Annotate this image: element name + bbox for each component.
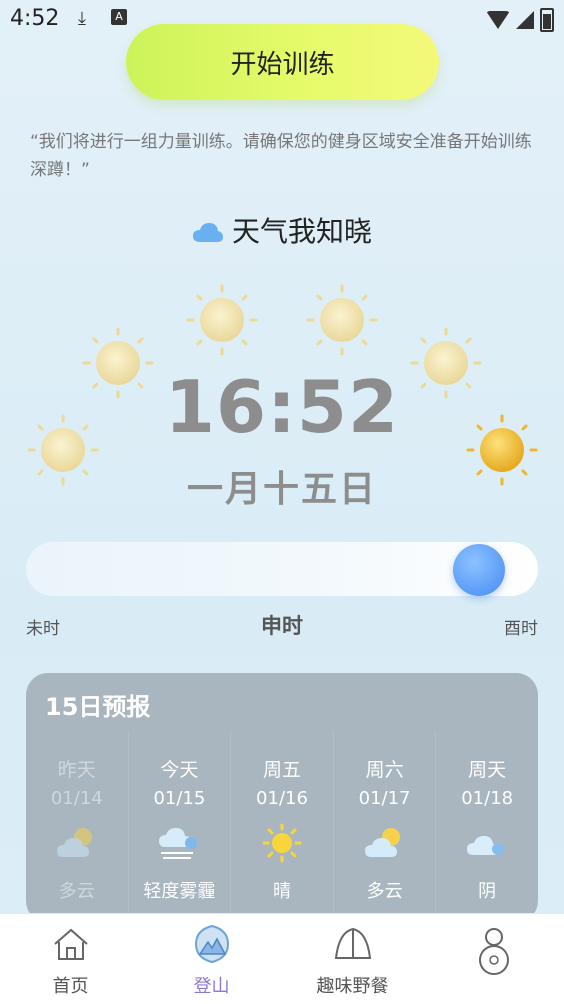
clock-date: 一月十五日 bbox=[186, 469, 377, 510]
day-name: 周六 bbox=[365, 759, 404, 781]
slider-label-end: 酉时 bbox=[504, 619, 538, 639]
day-date: 01/18 bbox=[461, 788, 514, 809]
partly-cloudy-icon bbox=[56, 828, 92, 857]
nav-item-home[interactable]: 首页 bbox=[0, 914, 141, 1004]
slider-label-current: 申时 bbox=[261, 614, 303, 638]
day-desc: 多云 bbox=[58, 881, 95, 902]
forecast-days: 昨天 01/14 多云 今天 01/15 轻度雾霾 周五 01/16 晴 周六 … bbox=[26, 731, 538, 921]
day-date: 01/15 bbox=[153, 788, 206, 809]
forecast-card: 15日预报 昨天 01/14 多云 今天 01/15 轻度雾霾 周五 01/16 bbox=[26, 673, 538, 923]
forecast-day[interactable]: 今天 01/15 轻度雾霾 bbox=[129, 731, 232, 921]
day-desc: 多云 bbox=[366, 881, 403, 902]
profile-icon bbox=[478, 928, 509, 975]
day-name: 周五 bbox=[262, 759, 301, 781]
home-icon bbox=[53, 928, 88, 960]
forecast-day[interactable]: 昨天 01/14 多云 bbox=[26, 731, 129, 921]
day-desc: 阴 bbox=[478, 881, 497, 902]
nav-item-mountain[interactable]: 登山 bbox=[141, 914, 282, 1004]
sun-icon bbox=[186, 284, 258, 356]
forecast-title: 15日预报 bbox=[45, 693, 151, 721]
day-name: 周天 bbox=[468, 759, 507, 781]
nav-label: 趣味野餐 bbox=[316, 976, 389, 997]
day-desc: 晴 bbox=[272, 881, 291, 902]
nav-item-profile[interactable] bbox=[423, 914, 564, 1004]
sunny-icon bbox=[262, 823, 302, 863]
sun-icon bbox=[306, 284, 378, 356]
day-desc: 轻度雾霾 bbox=[143, 881, 216, 902]
forecast-day[interactable]: 周五 01/16 晴 bbox=[231, 731, 334, 921]
day-name: 今天 bbox=[160, 759, 199, 781]
nav-item-picnic[interactable]: 趣味野餐 bbox=[282, 914, 423, 1004]
day-date: 01/17 bbox=[358, 788, 411, 809]
bottom-nav: 首页 登山 趣味野餐 bbox=[0, 913, 564, 1004]
day-name: 昨天 bbox=[57, 759, 96, 781]
mountain-icon bbox=[194, 924, 229, 964]
nav-label: 登山 bbox=[193, 976, 230, 997]
time-slider-thumb[interactable] bbox=[453, 544, 505, 596]
partly-cloudy-icon bbox=[364, 828, 400, 857]
haze-icon bbox=[159, 828, 198, 859]
nav-label: 首页 bbox=[52, 976, 89, 997]
tent-icon bbox=[334, 927, 371, 959]
cloudy-icon bbox=[467, 836, 505, 855]
day-date: 01/14 bbox=[50, 788, 103, 809]
day-date: 01/16 bbox=[256, 788, 308, 809]
forecast-day[interactable]: 周六 01/17 多云 bbox=[334, 731, 437, 921]
clock-time: 16:52 bbox=[164, 365, 400, 449]
forecast-day[interactable]: 周天 01/18 阴 bbox=[436, 731, 538, 921]
